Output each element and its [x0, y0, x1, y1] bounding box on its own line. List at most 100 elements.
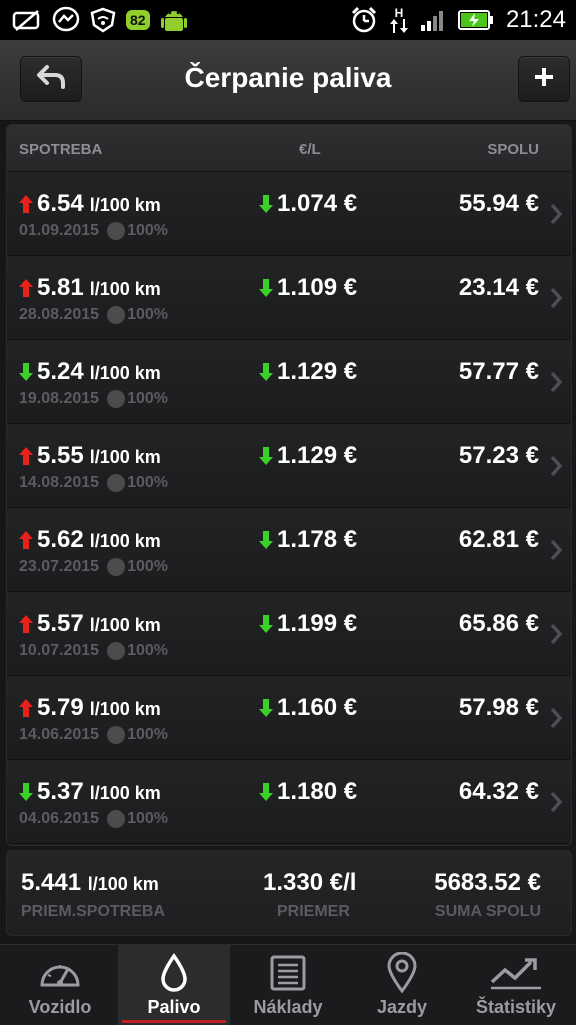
signal-icon: [420, 8, 446, 32]
tab-palivo[interactable]: Palivo: [118, 945, 230, 1025]
summary-consumption: 5.441 l/100 km: [21, 869, 159, 897]
battery-level-badge: 82: [126, 10, 150, 30]
map-pin-icon: [386, 951, 418, 995]
consumption-cell: 5.57 l/100 km: [19, 610, 161, 638]
full-tank-icon: [107, 222, 126, 240]
refuel-meta: 28.08.2015 100%: [19, 306, 168, 324]
price-cell: 1.160 €: [259, 694, 357, 722]
trend-up-icon: [19, 699, 37, 717]
summary-price-label: PRIEMER: [277, 903, 350, 920]
fill-percentage: 100%: [127, 726, 168, 743]
refuel-row[interactable]: 5.57 l/100 km 10.07.2015 100% 1.199 € 65.86 €: [7, 592, 571, 676]
trend-down-icon: [259, 279, 277, 297]
full-tank-icon: [107, 726, 126, 744]
price-cell: 1.180 €: [259, 778, 357, 806]
total-cost: 57.98 €: [458, 694, 539, 721]
consumption-unit: l/100 km: [89, 783, 161, 803]
chevron-right-icon: [550, 371, 563, 393]
column-header: SPOTREBA €/L SPOLU: [7, 125, 571, 172]
tab-label: Vozidlo: [28, 997, 92, 1017]
chart-icon: [489, 951, 543, 995]
refuel-row[interactable]: 5.24 l/100 km 19.08.2015 100% 1.129 € 57.77 €: [7, 340, 571, 424]
refuel-meta: 04.06.2015 100%: [19, 810, 168, 828]
bottom-navigation: Vozidlo Palivo Náklady Jazdy Štatistiky: [0, 944, 576, 1025]
tab-statistiky[interactable]: Štatistiky: [460, 945, 572, 1025]
battery-charging-icon: [457, 9, 494, 31]
refuel-list: SPOTREBA €/L SPOLU 6.54 l/100 km 01.09.201…: [6, 124, 572, 846]
consumption-cell: 6.54 l/100 km: [19, 190, 161, 218]
column-price: €/L: [299, 141, 321, 158]
tab-label: Štatistiky: [475, 997, 557, 1017]
chevron-right-icon: [550, 623, 563, 645]
tab-jazdy[interactable]: Jazdy: [346, 945, 458, 1025]
consumption-unit: l/100 km: [89, 699, 161, 719]
refuel-date: 28.08.2015: [19, 306, 100, 323]
trend-down-icon: [19, 783, 37, 801]
price-per-liter: 1.178 €: [277, 526, 358, 553]
consumption-cell: 5.79 l/100 km: [19, 694, 161, 722]
trend-up-icon: [19, 447, 37, 465]
refuel-row[interactable]: 5.37 l/100 km 04.06.2015 100% 1.180 € 64.32 €: [7, 760, 571, 844]
summary-total-label: SUMA SPOLU: [434, 903, 541, 920]
summary-consumption-unit: l/100 km: [87, 874, 159, 894]
trend-up-icon: [19, 531, 37, 549]
clock: 21:24: [505, 6, 566, 33]
full-tank-icon: [107, 558, 126, 576]
fill-percentage: 100%: [127, 222, 168, 239]
status-bar: 82 H 21:24: [0, 0, 576, 40]
summary-consumption-value: 5.441: [21, 869, 82, 896]
price-cell: 1.074 €: [259, 190, 357, 218]
consumption-cell: 5.81 l/100 km: [19, 274, 161, 302]
refuel-meta: 19.08.2015 100%: [19, 390, 168, 408]
price-per-liter: 1.160 €: [277, 694, 358, 721]
page-title: Čerpanie paliva: [184, 62, 392, 93]
trend-down-icon: [259, 195, 277, 213]
refuel-date: 23.07.2015: [19, 558, 100, 575]
fill-percentage: 100%: [127, 474, 168, 491]
document-icon: [269, 951, 307, 995]
price-cell: 1.178 €: [259, 526, 357, 554]
network-type-label: H: [394, 6, 404, 20]
consumption-value: 5.57: [37, 610, 84, 637]
summary-price-value: 1.330 €/l: [263, 869, 357, 896]
total-cost: 65.86 €: [458, 610, 539, 637]
consumption-unit: l/100 km: [89, 195, 161, 215]
app-header: Čerpanie paliva: [0, 40, 576, 121]
price-cell: 1.109 €: [259, 274, 357, 302]
refuel-meta: 23.07.2015 100%: [19, 558, 168, 576]
refuel-row[interactable]: 6.54 l/100 km 01.09.2015 100% 1.074 € 55.94 €: [7, 172, 571, 256]
column-consumption: SPOTREBA: [19, 141, 103, 158]
chevron-right-icon: [550, 707, 563, 729]
refuel-date: 14.06.2015: [19, 726, 100, 743]
consumption-unit: l/100 km: [89, 531, 161, 551]
gauge-icon: [38, 951, 82, 995]
tab-naklady[interactable]: Náklady: [232, 945, 344, 1025]
consumption-value: 5.79: [37, 694, 84, 721]
price-cell: 1.199 €: [259, 610, 357, 638]
refuel-row[interactable]: 5.55 l/100 km 14.08.2015 100% 1.129 € 57.23 €: [7, 424, 571, 508]
refuel-meta: 10.07.2015 100%: [19, 642, 168, 660]
consumption-cell: 5.62 l/100 km: [19, 526, 161, 554]
price-per-liter: 1.199 €: [277, 610, 358, 637]
chevron-right-icon: [550, 539, 563, 561]
price-cell: 1.129 €: [259, 358, 357, 386]
refuel-meta: 14.08.2015 100%: [19, 474, 168, 492]
network-type-icon: H: [389, 6, 408, 33]
refuel-row[interactable]: 5.62 l/100 km 23.07.2015 100% 1.178 € 62.81 €: [7, 508, 571, 592]
refuel-date: 10.07.2015: [19, 642, 100, 659]
tab-label: Palivo: [147, 997, 201, 1017]
consumption-unit: l/100 km: [89, 279, 161, 299]
refuel-row[interactable]: 5.81 l/100 km 28.08.2015 100% 1.109 € 23.14 €: [7, 256, 571, 340]
full-tank-icon: [107, 474, 126, 492]
refuel-meta: 01.09.2015 100%: [19, 222, 168, 240]
refuel-row[interactable]: 5.79 l/100 km 14.06.2015 100% 1.160 € 57.98 €: [7, 676, 571, 760]
add-refuel-button[interactable]: [518, 56, 570, 102]
refuel-date: 19.08.2015: [19, 390, 100, 407]
chevron-right-icon: [550, 791, 563, 813]
chevron-right-icon: [550, 455, 563, 477]
trend-up-icon: [19, 195, 37, 213]
tab-vozidlo[interactable]: Vozidlo: [4, 945, 116, 1025]
fill-percentage: 100%: [127, 306, 168, 323]
price-per-liter: 1.129 €: [277, 442, 358, 469]
trend-down-icon: [19, 363, 37, 381]
